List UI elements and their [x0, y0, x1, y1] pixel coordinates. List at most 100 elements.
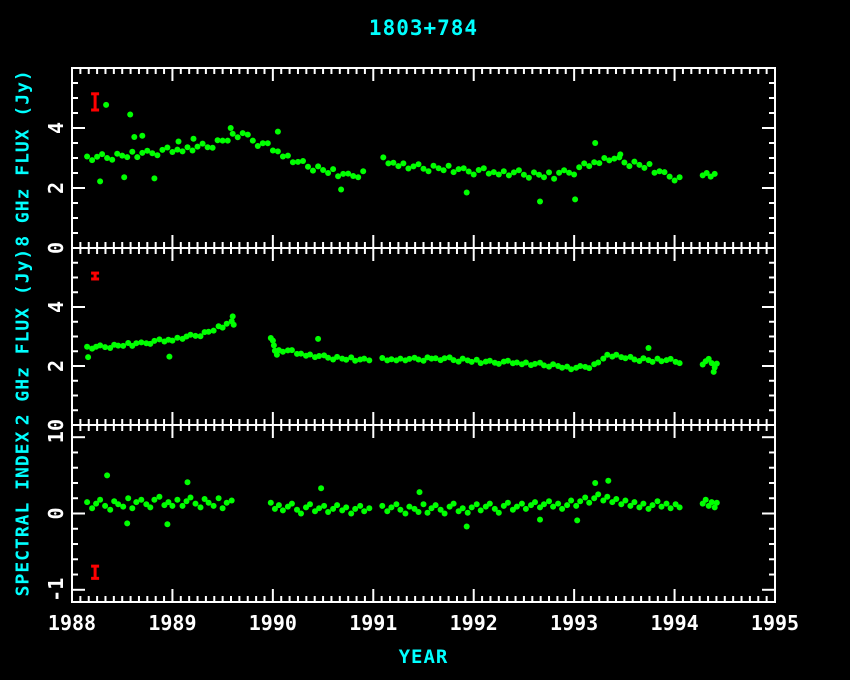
data-point [672, 178, 678, 184]
data-point [446, 163, 452, 169]
data-point [315, 163, 321, 169]
data-point [185, 479, 191, 485]
data-point [514, 504, 520, 510]
data-point [198, 504, 204, 510]
data-point [85, 354, 91, 360]
data-point [526, 175, 532, 181]
data-point [97, 178, 103, 184]
data-point [586, 163, 592, 169]
data-point [591, 159, 597, 165]
data-point [505, 500, 511, 506]
data-point [127, 112, 133, 118]
data-point [124, 154, 130, 160]
data-point [156, 494, 162, 500]
y-tick-label: 2 [44, 360, 68, 372]
data-point [416, 161, 422, 167]
data-point [559, 506, 565, 512]
data-point [139, 133, 145, 139]
data-point [360, 168, 366, 174]
data-point [210, 145, 216, 151]
data-point [350, 173, 356, 179]
data-point [124, 520, 130, 526]
data-point [276, 502, 282, 508]
data-point [338, 187, 344, 193]
data-point [464, 190, 470, 196]
data-point [546, 498, 552, 504]
data-point [595, 360, 601, 366]
data-point [229, 498, 235, 504]
y-tick-label: 0 [44, 507, 68, 519]
data-point [104, 472, 110, 478]
data-point [89, 505, 95, 511]
data-point [476, 167, 482, 173]
data-point [352, 358, 358, 364]
data-point [537, 517, 543, 523]
data-point [551, 176, 557, 182]
data-point [677, 360, 683, 366]
data-point [586, 365, 592, 371]
data-point [577, 363, 583, 369]
data-point [321, 503, 327, 509]
y-tick-label: 0 [44, 242, 68, 254]
data-point [668, 356, 674, 362]
data-point [188, 495, 194, 501]
data-point [641, 165, 647, 171]
data-point [626, 163, 632, 169]
data-point [677, 174, 683, 180]
data-point [107, 507, 113, 513]
data-point [576, 164, 582, 170]
data-point [426, 168, 432, 174]
data-point [523, 360, 529, 366]
data-point [169, 338, 175, 344]
data-point [640, 355, 646, 361]
y-axis-title: 2 GHz FLUX (Jy) [12, 248, 33, 426]
y-tick-label: 0 [44, 419, 68, 431]
data-point [151, 497, 157, 503]
x-axis-title: YEAR [72, 646, 775, 668]
data-point [657, 168, 663, 174]
data-point [361, 508, 367, 514]
data-point [431, 163, 437, 169]
data-point [151, 175, 157, 181]
data-point [640, 501, 646, 507]
y-tick-label: -1 [44, 578, 68, 602]
data-point [164, 145, 170, 151]
data-point [195, 144, 201, 150]
y-tick-label: 1 [44, 431, 68, 443]
data-point [605, 478, 611, 484]
data-point [289, 347, 295, 353]
data-point [120, 504, 126, 510]
data-point [541, 174, 547, 180]
data-point [176, 139, 182, 145]
data-point [487, 501, 493, 507]
data-point [496, 510, 502, 516]
data-point [193, 501, 199, 507]
data-point [109, 157, 115, 163]
data-point [416, 357, 422, 363]
data-point [416, 509, 422, 515]
data-point [677, 504, 683, 510]
chart-title: 1803+784 [72, 16, 775, 40]
data-point [271, 342, 277, 348]
plot-window: 1803+784 0248 GHz FLUX (Jy)0242 GHz FLUX… [0, 0, 850, 680]
data-point [280, 507, 286, 513]
data-point [307, 501, 313, 507]
data-point [519, 501, 525, 507]
data-point [129, 149, 135, 155]
data-point [147, 504, 153, 510]
data-point [211, 328, 217, 334]
data-point [357, 503, 363, 509]
data-point [289, 501, 295, 507]
data-point [393, 501, 399, 507]
data-point [461, 165, 467, 171]
data-point [102, 344, 108, 350]
data-point [568, 498, 574, 504]
data-point [425, 510, 431, 516]
data-point [406, 356, 412, 362]
data-point [200, 141, 206, 147]
data-point [334, 354, 340, 360]
data-point [631, 159, 637, 165]
panel-frame [72, 68, 775, 248]
data-point [655, 498, 661, 504]
data-point [595, 491, 601, 497]
